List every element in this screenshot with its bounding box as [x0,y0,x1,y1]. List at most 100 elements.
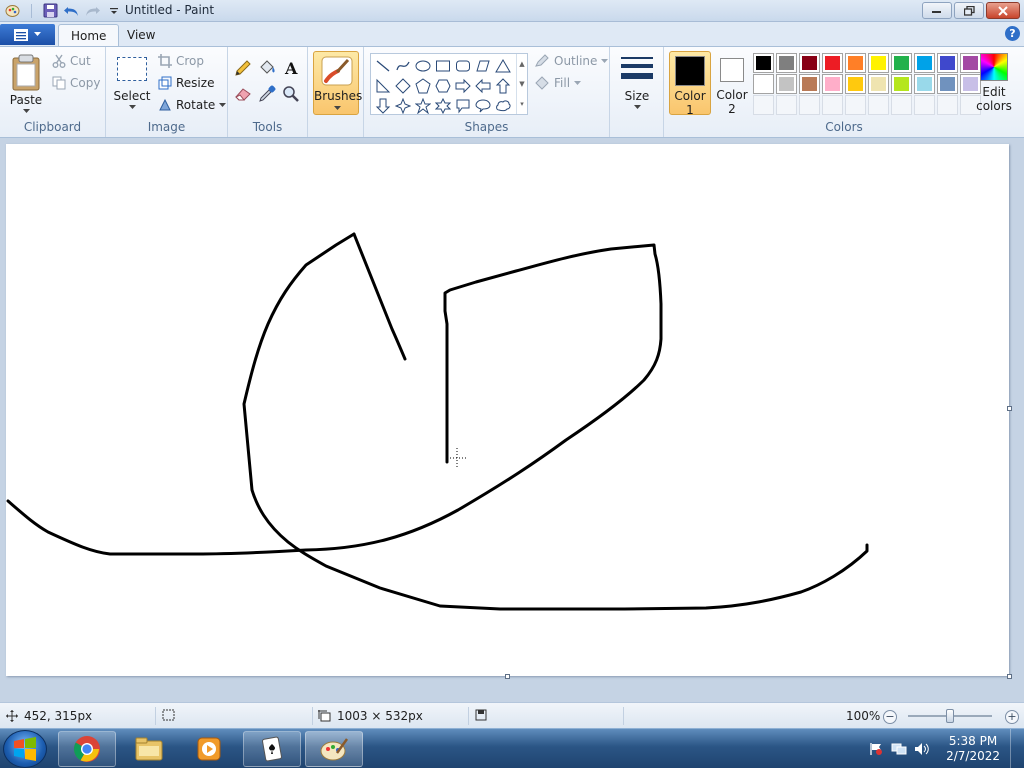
palette-custom-slot[interactable] [937,95,958,115]
size-button[interactable]: Size [616,51,658,115]
oval-callout-shape-icon[interactable] [473,96,493,115]
network-icon[interactable] [891,742,907,756]
palette-swatch[interactable] [914,53,935,73]
triangle-shape-icon[interactable] [493,56,513,75]
show-desktop-button[interactable] [1010,729,1024,768]
outline-button[interactable]: Outline [534,54,609,68]
scroll-down-icon[interactable]: ▼ [519,80,524,88]
oval-shape-icon[interactable] [413,56,433,75]
palette-swatch[interactable] [776,53,797,73]
four-point-star-shape-icon[interactable] [393,96,413,115]
edit-colors-button[interactable]: Edit colors [973,51,1015,115]
close-button[interactable] [986,2,1020,19]
resize-handle-bottom[interactable] [505,674,510,679]
zoom-out-button[interactable]: − [883,710,897,724]
action-center-flag-icon[interactable] [869,742,883,756]
copy-button[interactable]: Copy [52,76,100,90]
palette-custom-slot[interactable] [845,95,866,115]
polygon-shape-icon[interactable] [473,56,493,75]
fill-button[interactable]: Fill [534,76,582,90]
start-button[interactable] [3,730,47,768]
redo-icon[interactable] [84,2,101,19]
brushes-button[interactable]: Brushes [313,51,362,115]
pencil-icon[interactable] [232,57,254,79]
curve-shape-icon[interactable] [393,56,413,75]
palette-swatch[interactable] [845,53,866,73]
expand-gallery-icon[interactable]: ▾ [520,100,524,108]
volume-icon[interactable] [914,742,930,756]
crop-button[interactable]: Crop [158,54,204,68]
fill-bucket-icon[interactable] [256,57,278,79]
line-shape-icon[interactable] [373,56,393,75]
palette-swatch[interactable] [799,74,820,94]
palette-swatch[interactable] [868,74,889,94]
restore-button[interactable] [954,2,984,19]
palette-swatch[interactable] [937,53,958,73]
palette-custom-slot[interactable] [822,95,843,115]
magnifier-icon[interactable] [280,83,302,105]
down-arrow-shape-icon[interactable] [373,96,393,115]
clock[interactable]: 5:38 PM 2/7/2022 [946,734,1000,764]
palette-swatch[interactable] [845,74,866,94]
undo-icon[interactable] [63,2,80,19]
zoom-in-button[interactable]: + [1005,710,1019,724]
shapes-scrollbar[interactable]: ▲ ▼ ▾ [516,54,527,114]
palette-swatch[interactable] [891,53,912,73]
color2-button[interactable]: Color 2 [711,51,753,116]
rotate-button[interactable]: Rotate [158,98,227,112]
palette-custom-slot[interactable] [799,95,820,115]
paste-button[interactable]: Paste [8,51,44,115]
paint-menu-button[interactable] [0,24,55,45]
cloud-callout-shape-icon[interactable] [493,96,513,115]
tab-home[interactable]: Home [58,24,120,46]
resize-button[interactable]: Resize [158,76,214,90]
diamond-shape-icon[interactable] [393,76,413,95]
taskbar-solitaire[interactable] [243,731,301,767]
right-triangle-shape-icon[interactable] [373,76,393,95]
taskbar-explorer[interactable] [120,731,178,767]
up-arrow-shape-icon[interactable] [493,76,513,95]
rounded-rectangle-shape-icon[interactable] [453,56,473,75]
eraser-icon[interactable] [232,83,254,105]
palette-custom-slot[interactable] [868,95,889,115]
palette-swatch[interactable] [868,53,889,73]
five-point-star-shape-icon[interactable] [413,96,433,115]
color1-button[interactable]: Color 1 [669,51,711,117]
palette-swatch[interactable] [753,53,774,73]
palette-swatch[interactable] [914,74,935,94]
save-icon[interactable] [42,2,59,19]
pentagon-shape-icon[interactable] [413,76,433,95]
minimize-button[interactable] [922,2,952,19]
six-point-star-shape-icon[interactable] [433,96,453,115]
hexagon-shape-icon[interactable] [433,76,453,95]
text-icon[interactable]: A [280,57,302,79]
rounded-callout-shape-icon[interactable] [453,96,473,115]
customize-qat-chevron-icon[interactable] [105,2,122,19]
zoom-slider-thumb[interactable] [946,709,954,723]
drawing-canvas[interactable] [6,144,1009,676]
palette-swatch[interactable] [891,74,912,94]
resize-handle-corner[interactable] [1007,674,1012,679]
scroll-up-icon[interactable]: ▲ [519,60,524,68]
help-icon[interactable]: ? [1005,26,1020,41]
palette-custom-slot[interactable] [914,95,935,115]
palette-swatch[interactable] [753,74,774,94]
palette-swatch[interactable] [776,74,797,94]
left-arrow-shape-icon[interactable] [473,76,493,95]
palette-swatch[interactable] [799,53,820,73]
taskbar-media-player[interactable] [180,731,238,767]
palette-custom-slot[interactable] [891,95,912,115]
rectangle-shape-icon[interactable] [433,56,453,75]
palette-swatch[interactable] [822,74,843,94]
palette-custom-slot[interactable] [753,95,774,115]
resize-handle-right[interactable] [1007,406,1012,411]
taskbar-chrome[interactable] [58,731,116,767]
select-button[interactable]: Select [112,51,152,115]
right-arrow-shape-icon[interactable] [453,76,473,95]
palette-swatch[interactable] [937,74,958,94]
color-picker-icon[interactable] [256,83,278,105]
palette-custom-slot[interactable] [776,95,797,115]
palette-swatch[interactable] [822,53,843,73]
cut-button[interactable]: Cut [52,54,91,68]
tab-view[interactable]: View [115,24,167,46]
